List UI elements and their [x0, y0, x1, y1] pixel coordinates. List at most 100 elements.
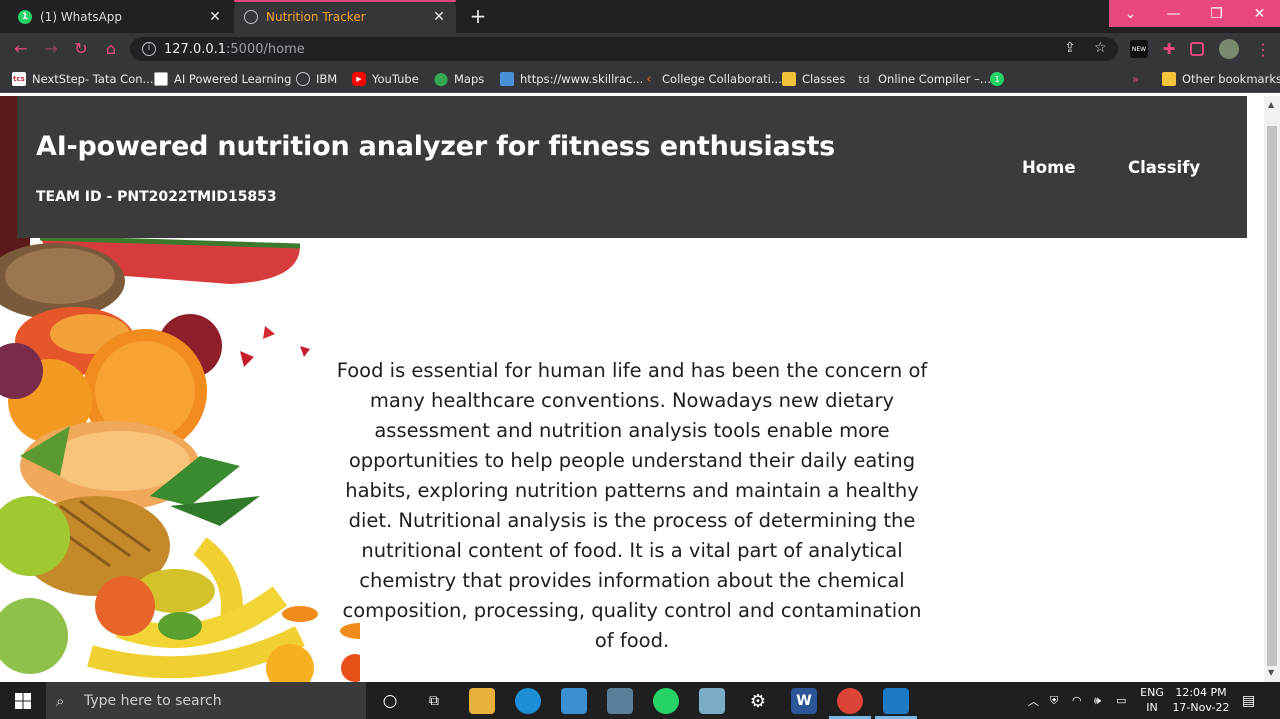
- forward-arrow-icon[interactable]: →: [40, 39, 62, 61]
- bookmark-label: Online Compiler –...: [878, 72, 991, 86]
- taskbar-search-box[interactable]: ⌕ Type here to search: [46, 682, 366, 719]
- bookmark-item[interactable]: ⬤ Maps: [433, 70, 485, 88]
- bookmark-item[interactable]: IBM: [296, 70, 337, 88]
- edge-icon[interactable]: [515, 688, 541, 714]
- wifi-icon[interactable]: ◠: [1072, 682, 1082, 719]
- bookmark-item[interactable]: https://www.skillrac...: [500, 70, 643, 88]
- nav-classify-link[interactable]: Classify: [1128, 158, 1200, 177]
- bookmark-label: YouTube: [372, 72, 419, 86]
- cortana-icon[interactable]: ○: [377, 688, 403, 714]
- bookmark-item[interactable]: Classes: [782, 70, 845, 88]
- windows-logo-icon: [15, 692, 31, 709]
- url-host: 127.0.0.1: [164, 41, 227, 57]
- security-shield-icon[interactable]: ⛨: [1050, 682, 1058, 719]
- bookmark-item[interactable]: tcs NextStep- Tata Con...: [12, 70, 153, 88]
- globe-icon: [296, 72, 310, 86]
- nav-home-link[interactable]: Home: [1022, 158, 1076, 177]
- page-scrollbar[interactable]: ▲ ▼: [1264, 96, 1280, 682]
- settings-gear-icon[interactable]: ⚙: [745, 688, 771, 714]
- notifications-icon[interactable]: ▤: [1242, 682, 1255, 719]
- bookmark-item[interactable]: ‹ College Collaborati...: [642, 70, 782, 88]
- scroll-down-arrow-icon[interactable]: ▼: [1268, 668, 1274, 677]
- whatsapp-badge-icon: 1: [18, 9, 32, 24]
- bookmark-label: AI Powered Learning: [174, 72, 292, 86]
- windows-start-button[interactable]: [0, 682, 46, 719]
- globe-icon: [244, 9, 258, 24]
- back-arrow-icon[interactable]: ←: [10, 39, 32, 61]
- scroll-up-arrow-icon[interactable]: ▲: [1268, 100, 1274, 109]
- bookmarks-overflow-chevron-icon[interactable]: »: [1132, 70, 1139, 88]
- bookmark-label: Maps: [454, 72, 485, 86]
- task-view-icon[interactable]: ⧉: [421, 688, 447, 714]
- extension-new-icon[interactable]: NEW: [1130, 40, 1148, 58]
- language-indicator[interactable]: ENG IN: [1138, 685, 1166, 715]
- bookmark-item[interactable]: ▶ YouTube: [352, 70, 419, 88]
- search-icon: ⌕: [56, 691, 65, 710]
- vscode-icon[interactable]: [883, 688, 909, 714]
- team-id: TEAM ID - PNT2022TMID15853: [36, 189, 277, 205]
- bookmark-label: https://www.skillrac...: [520, 72, 644, 86]
- tcs-icon: tcs: [12, 72, 26, 86]
- bookmark-item[interactable]: AI Powered Learning: [154, 70, 291, 88]
- tab-nutrition-tracker[interactable]: Nutrition Tracker ✕: [234, 0, 456, 33]
- bookmark-label: IBM: [316, 72, 338, 86]
- page-icon: [154, 72, 168, 86]
- volume-icon[interactable]: 🕪: [1094, 682, 1101, 719]
- windows-taskbar: ⌕ Type here to search ○ ⧉ ⚙ W ︿ ⛨ ◠ 🕪 ▭ …: [0, 682, 1280, 719]
- classroom-icon: [782, 72, 796, 86]
- url-path: :5000/home: [226, 41, 305, 57]
- bookmark-item[interactable]: td Online Compiler –...: [856, 70, 991, 88]
- extensions-puzzle-icon[interactable]: ✚: [1160, 40, 1178, 58]
- taskbar-clock[interactable]: 12:04 PM 17-Nov-22: [1168, 685, 1234, 715]
- close-window-button[interactable]: ✕: [1238, 0, 1280, 27]
- reload-icon[interactable]: ↻: [70, 39, 92, 61]
- language-code: ENG: [1140, 686, 1164, 699]
- store-icon[interactable]: [561, 688, 587, 714]
- address-bar[interactable]: i 127.0.0.1:5000/home: [130, 37, 1118, 61]
- scrollbar-thumb[interactable]: [1267, 126, 1277, 666]
- skillrack-icon: [500, 72, 514, 86]
- other-bookmarks-folder[interactable]: Other bookmarks: [1162, 70, 1280, 88]
- close-icon[interactable]: ✕: [428, 9, 450, 25]
- close-icon[interactable]: ✕: [204, 9, 226, 25]
- tray-overflow-chevron-icon[interactable]: ︿: [1028, 682, 1039, 719]
- share-icon[interactable]: ⇪: [1064, 40, 1076, 56]
- clock-date: 17-Nov-22: [1172, 701, 1230, 714]
- bookmark-star-icon[interactable]: ☆: [1094, 40, 1107, 56]
- word-icon[interactable]: W: [791, 688, 817, 714]
- file-explorer-icon[interactable]: [469, 688, 495, 714]
- side-panel-icon[interactable]: [1190, 42, 1204, 56]
- new-tab-button[interactable]: +: [466, 3, 490, 29]
- calculator-icon[interactable]: [607, 688, 633, 714]
- web-page: AI-powered nutrition analyzer for fitnes…: [0, 96, 1264, 682]
- bookmarks-bar: tcs NextStep- Tata Con... AI Powered Lea…: [0, 65, 1280, 93]
- bookmark-label: NextStep- Tata Con...: [32, 72, 154, 86]
- td-icon: td: [858, 72, 870, 86]
- restore-button[interactable]: ❐: [1195, 0, 1238, 27]
- tab-strip: 1 (1) WhatsApp ✕ Nutrition Tracker ✕ + ⌄…: [0, 0, 1280, 33]
- tab-whatsapp[interactable]: 1 (1) WhatsApp ✕: [0, 0, 232, 33]
- site-info-icon[interactable]: i: [142, 42, 156, 56]
- page-title: AI-powered nutrition analyzer for fitnes…: [36, 131, 836, 162]
- tab-search-chevron-icon[interactable]: ⌄: [1109, 0, 1152, 27]
- region-code: IN: [1146, 701, 1158, 714]
- menu-kebab-icon[interactable]: ⋮: [1255, 40, 1271, 59]
- chrome-icon[interactable]: [837, 688, 863, 714]
- whatsapp-app-icon[interactable]: [653, 688, 679, 714]
- bookmark-item[interactable]: 1: [990, 70, 1010, 88]
- notes-app-icon[interactable]: [699, 688, 725, 714]
- battery-icon[interactable]: ▭: [1116, 682, 1126, 719]
- clock-time: 12:04 PM: [1175, 686, 1227, 699]
- whatsapp-icon: 1: [990, 72, 1004, 86]
- home-icon[interactable]: ⌂: [100, 39, 122, 61]
- bookmark-label: Other bookmarks: [1182, 72, 1280, 86]
- bookmark-label: College Collaborati...: [662, 72, 782, 86]
- tab-title: (1) WhatsApp: [40, 9, 123, 24]
- tab-title: Nutrition Tracker: [266, 9, 366, 24]
- profile-avatar[interactable]: [1219, 39, 1239, 59]
- intro-paragraph: Food is essential for human life and has…: [336, 359, 928, 652]
- minimize-button[interactable]: —: [1152, 0, 1195, 27]
- maps-pin-icon: ⬤: [433, 71, 449, 87]
- bookmark-label: Classes: [802, 72, 846, 86]
- header-banner: AI-powered nutrition analyzer for fitnes…: [17, 96, 1247, 238]
